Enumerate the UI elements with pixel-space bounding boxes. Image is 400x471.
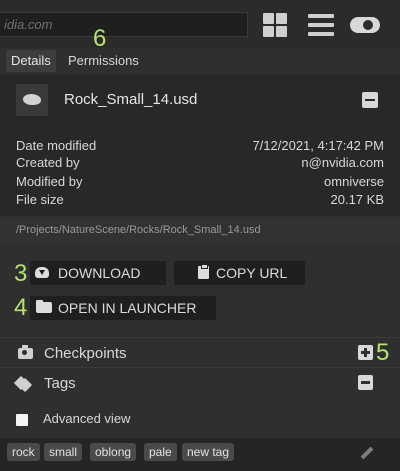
- pencil-icon[interactable]: [358, 445, 374, 461]
- grid-view-icon[interactable]: [263, 12, 289, 38]
- tab-permissions[interactable]: Permissions: [63, 50, 144, 72]
- search-input-value: idia.com: [4, 17, 53, 32]
- property-value: 20.17 KB: [330, 192, 385, 207]
- property-value: n@nvidia.com: [301, 155, 384, 170]
- file-path: /Projects/NatureScene/Rocks/Rock_Small_1…: [0, 218, 400, 244]
- checkpoints-title: Checkpoints: [44, 345, 127, 362]
- camera-icon: [18, 345, 33, 359]
- copy-url-label: COPY URL: [216, 265, 288, 281]
- advanced-view-row: Advanced view: [0, 398, 400, 436]
- file-thumbnail: [16, 84, 48, 116]
- search-input[interactable]: idia.com: [0, 12, 248, 37]
- tag-chip[interactable]: pale: [144, 443, 177, 461]
- property-value: 7/12/2021, 4:17:42 PM: [252, 138, 384, 153]
- tab-bar: Details Permissions: [0, 50, 400, 72]
- annotation-6: 6: [93, 25, 107, 52]
- tags-title: Tags: [44, 375, 76, 392]
- file-properties: Date modified 7/12/2021, 4:17:42 PM Crea…: [0, 128, 400, 216]
- tags-section[interactable]: Tags: [0, 367, 400, 397]
- download-label: DOWNLOAD: [58, 265, 141, 281]
- download-button[interactable]: DOWNLOAD: [30, 261, 166, 285]
- property-date-modified: Date modified 7/12/2021, 4:17:42 PM: [0, 138, 400, 156]
- property-key: Date modified: [16, 138, 97, 153]
- checkpoints-section[interactable]: Checkpoints: [0, 337, 400, 367]
- property-key: File size: [16, 192, 64, 207]
- collapse-details-icon[interactable]: [362, 92, 378, 108]
- annotation-4: 4: [14, 294, 28, 321]
- property-created-by: Created by n@nvidia.com: [0, 155, 400, 173]
- tag-chip[interactable]: rock: [7, 443, 40, 461]
- open-in-launcher-label: OPEN IN LAUNCHER: [58, 300, 197, 316]
- file-path-text: /Projects/NatureScene/Rocks/Rock_Small_1…: [16, 224, 261, 236]
- advanced-view-label: Advanced view: [43, 411, 131, 426]
- list-view-icon[interactable]: [308, 12, 334, 38]
- tags-icon: [13, 375, 33, 393]
- tag-chip[interactable]: new tag: [182, 443, 235, 461]
- collapse-tags-icon[interactable]: [358, 375, 373, 390]
- tag-bar: rock small oblong pale new tag: [0, 438, 400, 471]
- folder-open-icon: [36, 300, 52, 313]
- file-header: Rock_Small_14.usd: [0, 74, 400, 128]
- annotation-3: 3: [14, 260, 28, 287]
- tag-chip[interactable]: small: [44, 443, 83, 461]
- annotation-5: 5: [376, 339, 390, 366]
- property-file-size: File size 20.17 KB: [0, 192, 400, 210]
- expand-checkpoints-icon[interactable]: [358, 345, 373, 360]
- property-key: Modified by: [16, 174, 83, 189]
- property-value: omniverse: [324, 174, 384, 189]
- tab-details[interactable]: Details: [6, 50, 56, 72]
- advanced-view-checkbox[interactable]: [16, 414, 28, 426]
- property-modified-by: Modified by omniverse: [0, 174, 400, 192]
- tag-chip[interactable]: oblong: [90, 443, 137, 461]
- clipboard-icon: [198, 264, 209, 279]
- toggle-icon[interactable]: [350, 12, 380, 38]
- cloud-download-icon: [35, 267, 49, 278]
- open-in-launcher-button[interactable]: OPEN IN LAUNCHER: [30, 296, 216, 320]
- file-name: Rock_Small_14.usd: [64, 91, 198, 108]
- property-key: Created by: [16, 155, 80, 170]
- top-toolbar: idia.com: [0, 0, 400, 48]
- copy-url-button[interactable]: COPY URL: [174, 261, 305, 285]
